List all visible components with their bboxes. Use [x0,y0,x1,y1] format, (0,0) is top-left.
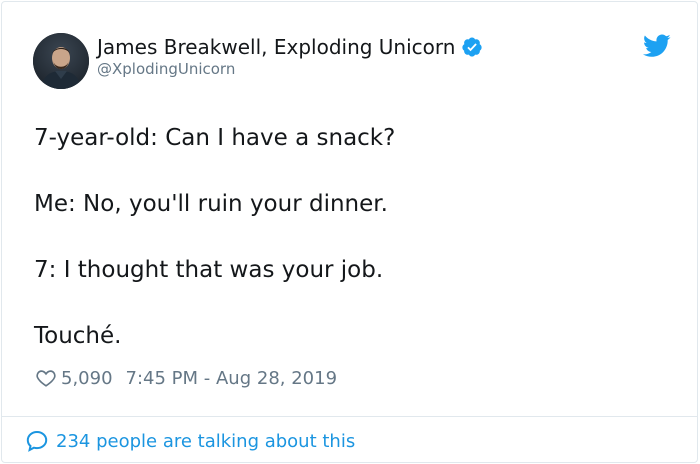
tweet-meta: 5,090 7:45 PM - Aug 28, 2019 [35,365,337,391]
talking-about-link[interactable]: 234 people are talking about this [25,427,355,455]
verified-badge-icon [462,37,483,57]
author-handle[interactable]: @XplodingUnicorn [97,60,235,78]
tweet-timestamp[interactable]: 7:45 PM - Aug 28, 2019 [126,368,338,389]
avatar[interactable] [33,33,89,89]
tweet-text-line: Me: No, you'll ruin your dinner. [34,191,388,217]
speech-bubble-icon [26,430,48,452]
talking-about-text[interactable]: 234 people are talking about this [56,431,355,452]
tweet-text-line: Touché. [34,323,122,349]
twitter-bird-icon[interactable] [643,34,671,58]
tweet-text-line: 7: I thought that was your job. [34,257,384,283]
footer-divider [2,416,697,417]
heart-icon[interactable] [35,367,57,389]
like-count[interactable]: 5,090 [61,368,113,389]
author-name-row[interactable]: James Breakwell, Exploding Unicorn [97,33,483,61]
avatar-image [33,33,89,89]
tweet-card: James Breakwell, Exploding Unicorn @Xplo… [1,1,698,463]
author-display-name[interactable]: James Breakwell, Exploding Unicorn [97,35,455,59]
tweet-text-line: 7-year-old: Can I have a snack? [34,125,396,151]
